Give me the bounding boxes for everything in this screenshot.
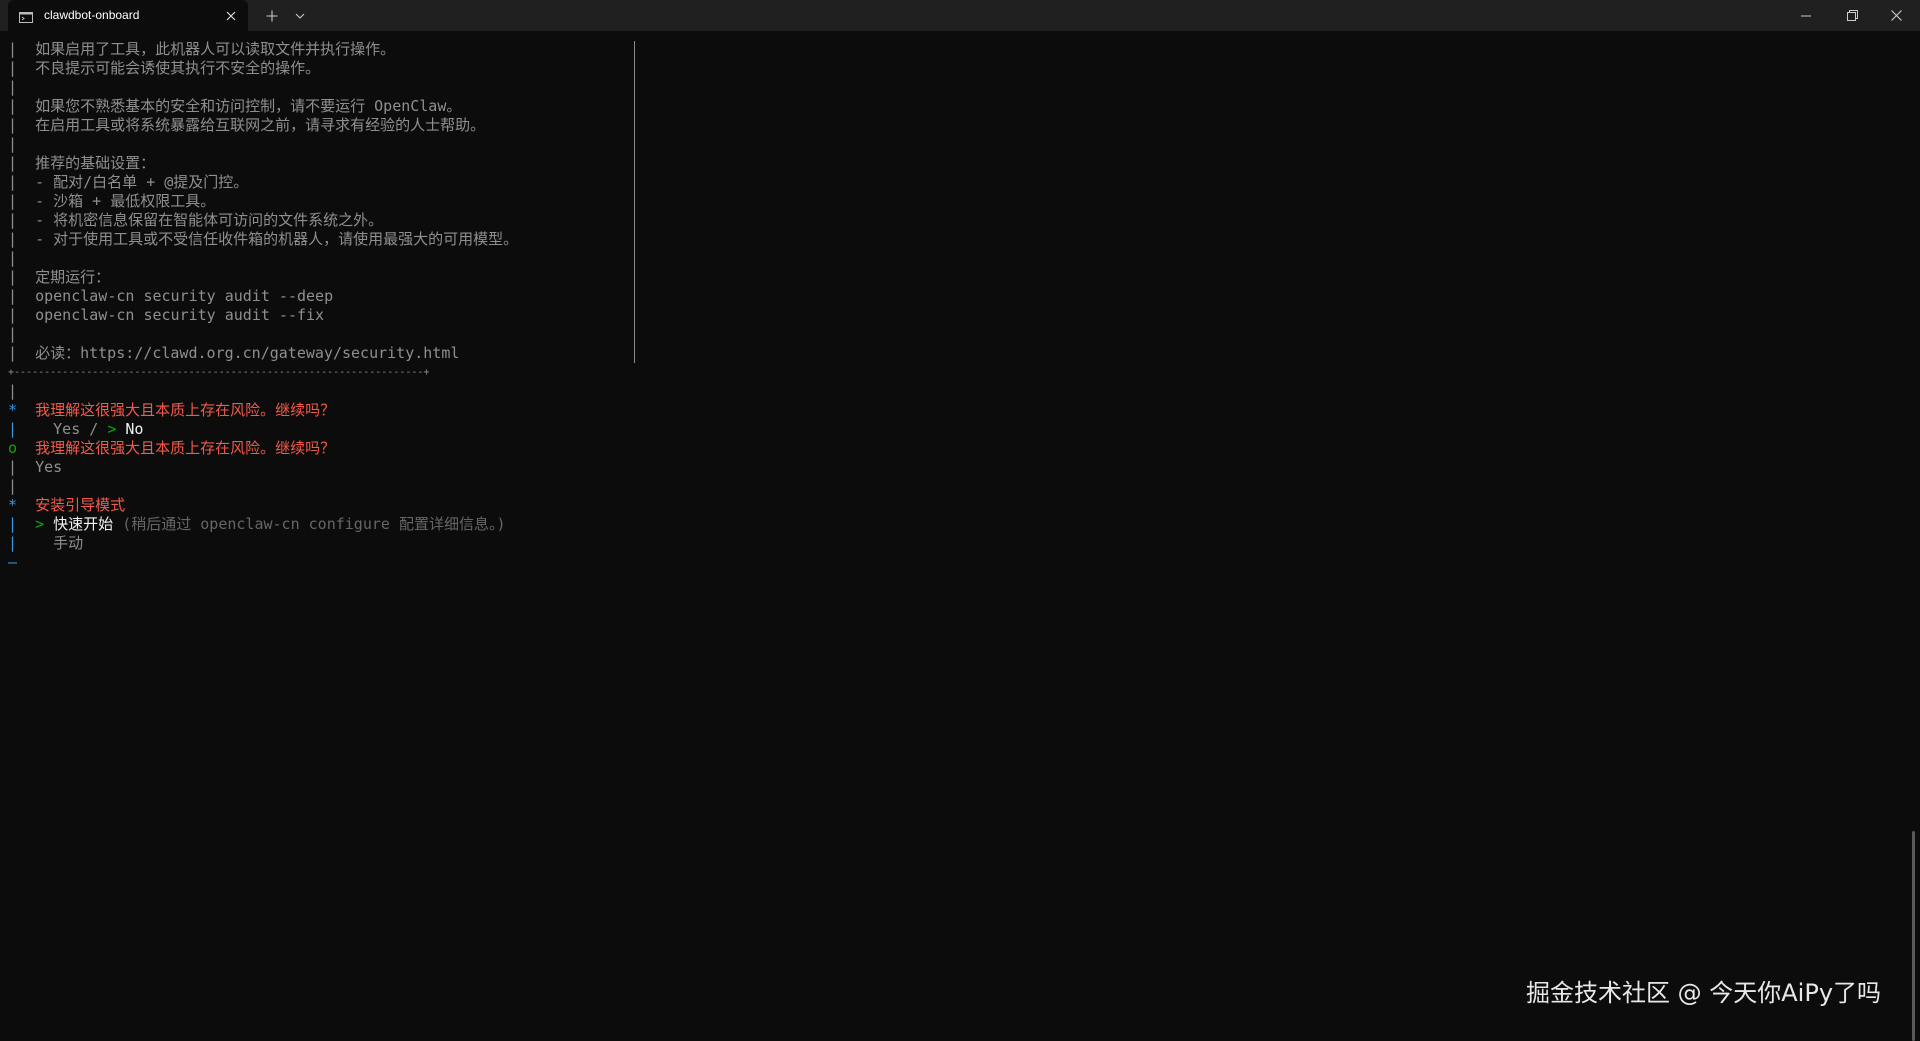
notice-link-line: | 必读：https://clawd.org.cn/gateway/securi…: [8, 344, 460, 362]
notice-line: |: [8, 249, 18, 267]
notice-line: | 如果您不熟悉基本的安全和访问控制，请不要运行 OpenClaw。: [8, 97, 462, 115]
restore-icon: [1846, 10, 1858, 21]
scrollbar[interactable]: [1912, 831, 1915, 1041]
close-icon[interactable]: [222, 7, 240, 25]
notice-line: | 不良提示可能会诱使其执行不安全的操作。: [8, 59, 321, 77]
prompt-end-marker: —: [8, 553, 18, 571]
notice-line: | - 配对/白名单 + @提及门控。: [8, 173, 249, 191]
title-bar: clawdbot-onboard: [0, 0, 1920, 31]
risk-prompt-answer: | Yes: [8, 458, 63, 476]
notice-line: | - 对于使用工具或不受信任收件箱的机器人，请使用最强大的可用模型。: [8, 230, 519, 248]
notice-line: |: [8, 78, 18, 96]
option-no[interactable]: No: [125, 420, 143, 438]
notice-line: | 在启用工具或将系统暴露给互联网之前，请寻求有经验的人士帮助。: [8, 116, 486, 134]
notice-box-bottom-border: +---------------------------------------…: [8, 367, 430, 378]
notice-command: | openclaw-cn security audit --deep: [8, 287, 334, 305]
minimize-button[interactable]: [1786, 0, 1826, 31]
risk-prompt-options[interactable]: | Yes / > No: [8, 420, 143, 439]
gutter-line: |: [8, 477, 18, 495]
risk-prompt-question: * 我理解这很强大且本质上存在风险。继续吗？: [8, 401, 336, 419]
minimize-icon: [1801, 15, 1811, 16]
terminal-icon: [19, 8, 33, 23]
notice-line: |: [8, 325, 18, 343]
mode-prompt-question: * 安装引导模式: [8, 496, 126, 514]
option-yes[interactable]: Yes: [53, 420, 80, 438]
option-quickstart[interactable]: | > 快速开始 (稍后通过 openclaw-cn configure 配置详…: [8, 515, 505, 534]
gutter-line: |: [8, 382, 18, 400]
notice-command: | openclaw-cn security audit --fix: [8, 306, 325, 324]
watermark: 掘金技术社区 @ 今天你AiPy了吗: [1526, 979, 1882, 1007]
notice-line: |: [8, 135, 18, 153]
new-tab-button[interactable]: [258, 0, 286, 31]
tab-title: clawdbot-onboard: [44, 8, 140, 22]
close-icon: [1890, 10, 1902, 21]
tab-dropdown-button[interactable]: [288, 0, 312, 31]
notice-line: | 推荐的基础设置：: [8, 154, 156, 172]
notice-line: | 如果启用了工具，此机器人可以读取文件并执行操作。: [8, 40, 396, 58]
risk-prompt-answered: o 我理解这很强大且本质上存在风险。继续吗？: [8, 439, 336, 457]
chevron-down-icon: [295, 13, 305, 19]
notice-line: | - 将机密信息保留在智能体可访问的文件系统之外。: [8, 211, 384, 229]
window-close-button[interactable]: [1876, 0, 1916, 31]
notice-box-right-border: [634, 41, 635, 363]
notice-line: | - 沙箱 + 最低权限工具。: [8, 192, 216, 210]
plus-icon: [266, 10, 278, 21]
terminal-output[interactable]: | 如果启用了工具，此机器人可以读取文件并执行操作。 | 不良提示可能会诱使其执…: [0, 31, 1920, 1041]
restore-button[interactable]: [1832, 0, 1872, 31]
option-manual[interactable]: | 手动: [8, 534, 83, 553]
tab-clawdbot-onboard[interactable]: clawdbot-onboard: [8, 0, 248, 31]
notice-line: | 定期运行：: [8, 268, 111, 286]
